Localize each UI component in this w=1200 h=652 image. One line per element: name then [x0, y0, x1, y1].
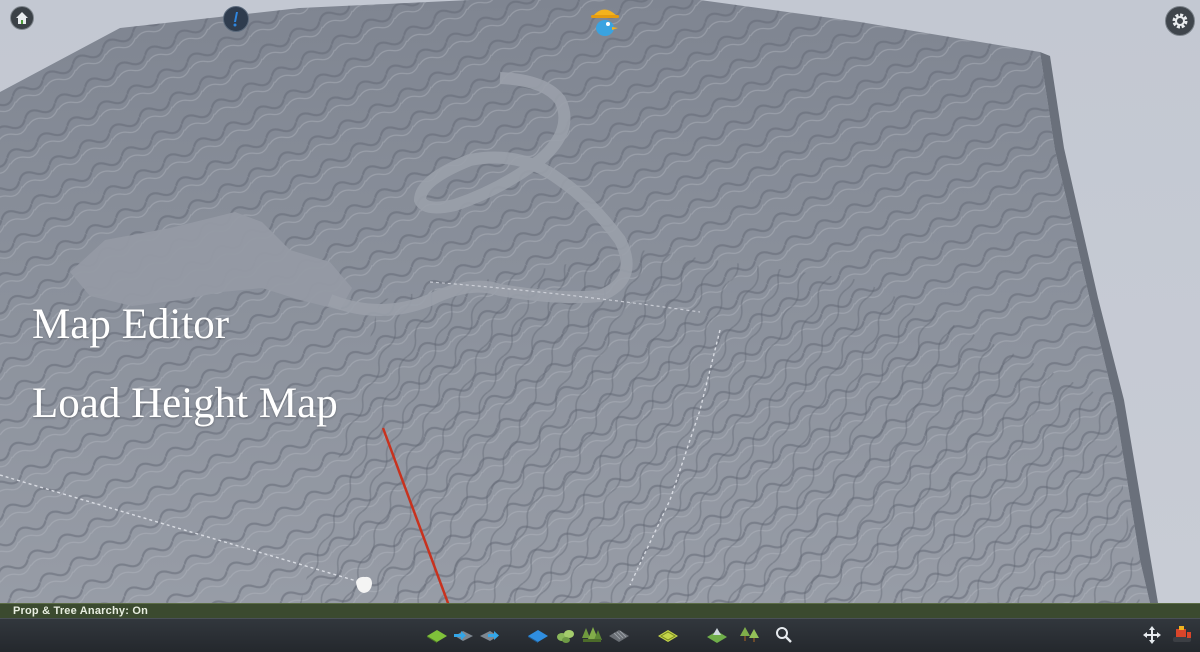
home-icon: [16, 12, 28, 24]
surface-icon: [609, 630, 629, 642]
anarchy-status-text: Prop & Tree Anarchy: On: [13, 605, 148, 617]
resources-icon: [557, 630, 574, 643]
map-theme-icon: [707, 628, 727, 643]
map-theme-button[interactable]: [705, 624, 729, 646]
info-icon: [233, 12, 238, 27]
terrain-tool-icon: [427, 630, 447, 643]
export-heightmap-icon: [480, 631, 499, 641]
search-icon: [776, 627, 792, 643]
areas-icon: [658, 630, 678, 642]
chirper-button[interactable]: [584, 0, 624, 40]
search-button[interactable]: [772, 624, 796, 646]
settings-button[interactable]: [1165, 6, 1195, 36]
bulldozer-icon: [1173, 626, 1191, 642]
decorations-icon: [740, 627, 759, 642]
info-views-button[interactable]: [223, 6, 249, 32]
gear-icon: [1172, 13, 1188, 29]
home-button[interactable]: [10, 6, 34, 30]
resources-tool-button[interactable]: [554, 624, 578, 646]
water-tool-button[interactable]: [526, 624, 550, 646]
water-icon: [528, 630, 548, 643]
move-button[interactable]: [1140, 624, 1164, 646]
areas-tool-button[interactable]: [656, 624, 680, 646]
move-icon: [1143, 626, 1161, 644]
chirper-bird-icon: [591, 9, 619, 36]
bulldozer-button[interactable]: [1170, 624, 1194, 646]
caption-map-editor: Map Editor: [32, 301, 230, 348]
editor-toolbar: [0, 618, 1200, 652]
import-heightmap-button[interactable]: [451, 624, 475, 646]
status-bar: Prop & Tree Anarchy: On: [0, 603, 1200, 619]
trees-tool-button[interactable]: [580, 624, 604, 646]
terrain-tool-button[interactable]: [425, 624, 449, 646]
trees-icon: [582, 627, 602, 642]
import-heightmap-icon: [454, 631, 473, 641]
decorations-tool-button[interactable]: [738, 624, 762, 646]
surface-tool-button[interactable]: [607, 624, 631, 646]
export-heightmap-button[interactable]: [478, 624, 502, 646]
caption-load-height-map: Load Height Map: [32, 380, 338, 427]
